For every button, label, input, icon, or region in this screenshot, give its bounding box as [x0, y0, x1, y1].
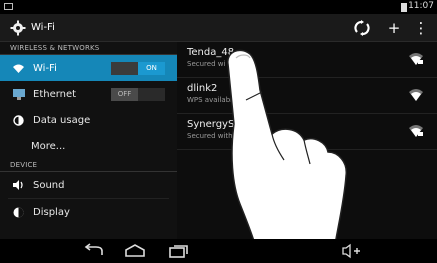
section-header-device: DEVICE — [0, 159, 177, 172]
menu-item-label: Wi-Fi — [33, 62, 57, 74]
network-list: Tenda_48 Secured wi dlink2 WPS availabl … — [177, 42, 437, 239]
network-ssid: SynergySZ — [187, 119, 242, 130]
screen: 11:07 Wi-Fi + ⋮ WIRELESS & NETWORKS Wi-F… — [0, 0, 437, 263]
network-ssid: dlink2 — [187, 83, 218, 94]
recent-apps-button-icon[interactable] — [168, 243, 190, 259]
page-title: Wi-Fi — [31, 22, 55, 33]
wps-push-icon[interactable] — [353, 19, 371, 37]
status-bar: 11:07 — [0, 0, 437, 14]
data-usage-icon — [12, 114, 25, 127]
network-item-synergysz[interactable]: SynergySZ Secured with W — [177, 114, 437, 150]
action-bar: Wi-Fi + ⋮ — [0, 14, 437, 42]
menu-item-label: Display — [33, 206, 70, 218]
home-button-icon[interactable] — [124, 243, 146, 259]
brightness-icon — [12, 206, 25, 219]
back-button-icon[interactable] — [82, 243, 104, 259]
add-network-button[interactable]: + — [384, 18, 404, 38]
wifi-signal-locked-icon — [409, 125, 423, 137]
ethernet-toggle[interactable]: OFF — [111, 88, 165, 101]
wifi-icon — [12, 62, 25, 75]
overflow-menu-button[interactable]: ⋮ — [411, 18, 431, 38]
battery-icon — [401, 3, 407, 12]
settings-list: WIRELESS & NETWORKS Wi-Fi ON Ethernet OF… — [0, 42, 177, 239]
settings-icon[interactable] — [10, 20, 26, 36]
menu-item-label: Sound — [33, 179, 65, 191]
network-ssid: Tenda_48 — [187, 47, 235, 58]
network-item-tenda[interactable]: Tenda_48 Secured wi — [177, 42, 437, 78]
volume-up-icon[interactable] — [341, 243, 363, 259]
network-item-dlink2[interactable]: dlink2 WPS availabl — [177, 78, 437, 114]
wifi-signal-icon — [409, 89, 423, 101]
section-header-wireless: WIRELESS & NETWORKS — [0, 42, 177, 55]
menu-item-label: Data usage — [33, 114, 91, 126]
wifi-toggle[interactable]: ON — [111, 62, 165, 75]
monitor-icon — [12, 88, 25, 101]
menu-item-label: Ethernet — [33, 88, 77, 100]
menu-item-wifi[interactable]: Wi-Fi ON — [0, 55, 177, 81]
speaker-icon — [12, 179, 25, 192]
menu-item-more[interactable]: More... — [0, 133, 177, 159]
notification-icon — [4, 3, 13, 10]
network-security: Secured with W — [187, 132, 242, 140]
menu-item-sound[interactable]: Sound — [0, 172, 177, 198]
menu-item-label: More... — [31, 140, 66, 152]
network-security: WPS availabl — [187, 96, 233, 104]
wifi-signal-locked-icon — [409, 53, 423, 65]
network-security: Secured wi — [187, 60, 226, 68]
menu-item-data-usage[interactable]: Data usage — [0, 107, 177, 133]
menu-item-ethernet[interactable]: Ethernet OFF — [0, 81, 177, 107]
toggle-knob: ON — [138, 62, 165, 75]
status-clock: 11:07 — [408, 1, 434, 11]
menu-item-display[interactable]: Display — [0, 199, 177, 225]
navigation-bar — [0, 239, 437, 263]
toggle-knob: OFF — [111, 88, 138, 101]
